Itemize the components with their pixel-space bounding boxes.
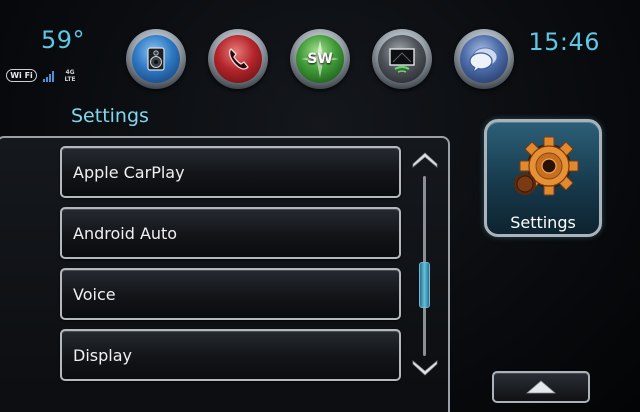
- network-type-label: 4G LTE: [64, 69, 76, 83]
- outside-temperature: 59°: [41, 26, 86, 54]
- list-item-apple-carplay[interactable]: Apple CarPlay: [60, 146, 401, 198]
- scroll-up-button[interactable]: [410, 148, 440, 170]
- phone-app-button[interactable]: [208, 29, 268, 89]
- settings-tile-label: Settings: [510, 213, 576, 232]
- signal-strength-icon: [43, 70, 57, 82]
- speaker-icon: [147, 47, 165, 71]
- audio-app-button[interactable]: [126, 29, 186, 89]
- screen-icon: [389, 48, 415, 73]
- list-item-label: Android Auto: [73, 224, 178, 243]
- phone-handset-icon: [228, 48, 249, 70]
- list-item-label: Display: [73, 346, 132, 365]
- projection-app-button[interactable]: [372, 29, 432, 89]
- collapse-up-button[interactable]: [492, 371, 590, 403]
- clock: 15:46: [528, 28, 600, 56]
- chat-bubble-icon: [469, 47, 498, 74]
- settings-tile[interactable]: Settings: [484, 119, 602, 237]
- compass-heading: SW: [307, 51, 333, 67]
- list-item-label: Apple CarPlay: [73, 163, 185, 182]
- navigation-app-button[interactable]: SW: [290, 29, 350, 89]
- messages-app-button[interactable]: [454, 29, 514, 89]
- chevron-up-icon: [525, 380, 557, 394]
- list-item-display[interactable]: Display: [60, 329, 401, 381]
- page-title: Settings: [71, 105, 149, 127]
- list-item-label: Voice: [73, 285, 116, 304]
- list-item-voice[interactable]: Voice: [60, 268, 401, 320]
- list-item-android-auto[interactable]: Android Auto: [60, 207, 401, 259]
- scroll-down-button[interactable]: [410, 358, 440, 380]
- scroll-thumb[interactable]: [419, 262, 430, 308]
- infotainment-screen: 59° 15:46 Wi Fi 4G LTE SW Settings Apple…: [0, 0, 640, 412]
- wifi-badge: Wi Fi: [6, 69, 37, 82]
- gear-icon: [514, 136, 579, 196]
